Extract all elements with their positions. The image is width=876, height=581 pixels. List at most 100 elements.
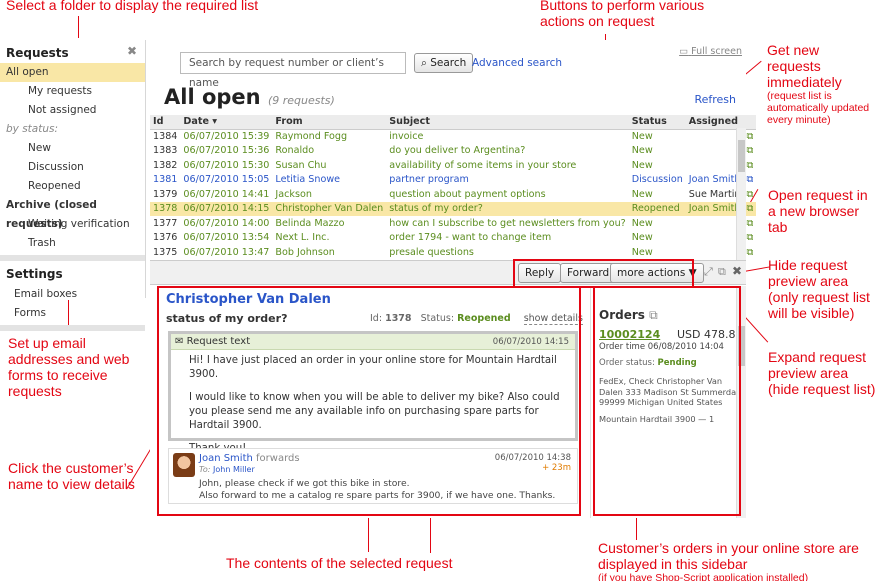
divider bbox=[0, 325, 145, 331]
table-row[interactable]: 1383 06/07/2010 15:36 Ronaldo do you del… bbox=[150, 144, 756, 159]
row-id: 1382 bbox=[153, 159, 178, 171]
row-date: 06/07/2010 15:05 bbox=[183, 174, 270, 186]
expand-preview-icon[interactable]: ⤢ bbox=[704, 265, 713, 279]
row-status: Discussion bbox=[631, 174, 683, 186]
row-date: 06/07/2010 15:39 bbox=[183, 131, 270, 142]
row-subject: question about payment options bbox=[389, 188, 546, 200]
table-row[interactable]: 1384 06/07/2010 15:39 Raymond Fogg invoi… bbox=[150, 129, 756, 144]
row-id: 1376 bbox=[153, 232, 178, 244]
table-row[interactable]: 1375 06/07/2010 13:47 Bob Johnson presal… bbox=[150, 245, 756, 260]
column-from[interactable]: From bbox=[272, 115, 387, 130]
row-assigned: Sue Martin bbox=[688, 188, 741, 200]
search-input[interactable]: Search by request number or client’s nam… bbox=[180, 52, 406, 89]
annotation-select-folder: Select a folder to display the required … bbox=[6, 0, 259, 13]
row-id: 1377 bbox=[153, 217, 178, 229]
sidebar-item-my-requests[interactable]: My requests bbox=[0, 82, 145, 101]
search-icon: ⌕ bbox=[421, 57, 427, 69]
annotation-line bbox=[78, 16, 79, 38]
row-status: New bbox=[631, 232, 653, 244]
row-id: 1383 bbox=[153, 145, 178, 157]
row-status: New bbox=[631, 131, 653, 142]
sidebar-title: Requests ✖ bbox=[6, 44, 137, 60]
highlight-action-buttons bbox=[513, 259, 694, 288]
row-from: Bob Johnson bbox=[275, 246, 335, 258]
annotation-expand-preview: Expand request preview area (hide reques… bbox=[768, 349, 876, 397]
sidebar-item-discussion[interactable]: Discussion bbox=[0, 158, 145, 177]
sidebar-item-new[interactable]: New bbox=[0, 139, 145, 158]
sidebar-item-reopened[interactable]: Reopened bbox=[0, 177, 145, 196]
request-list-scrollbar[interactable] bbox=[736, 128, 746, 260]
row-status: New bbox=[631, 188, 653, 200]
row-subject: do you deliver to Argentina? bbox=[389, 145, 526, 157]
annotation-line bbox=[636, 516, 637, 540]
sidebar-item-all-open[interactable]: All open bbox=[0, 63, 145, 82]
annotation-orders-sidebar: Customer’s orders in your online store a… bbox=[598, 540, 859, 581]
annotation-open-tab: Open request in a new browser tab bbox=[768, 187, 868, 235]
sidebar: Requests ✖ All open My requests Not assi… bbox=[0, 40, 146, 331]
close-icon[interactable]: ✖ bbox=[127, 44, 137, 58]
row-assigned bbox=[686, 231, 744, 246]
row-subject: order 1794 - want to change item bbox=[389, 232, 552, 244]
sidebar-item-forms[interactable]: Forms bbox=[0, 304, 145, 323]
row-assigned: Joan Smith bbox=[685, 201, 744, 216]
sidebar-item-trash[interactable]: Trash bbox=[0, 234, 145, 253]
table-row[interactable]: 1382 06/07/2010 15:30 Susan Chu availabi… bbox=[150, 158, 756, 173]
table-row[interactable]: 1381 06/07/2010 15:05 Letitia Snowe part… bbox=[150, 173, 756, 188]
scrollbar-thumb[interactable] bbox=[738, 140, 745, 172]
row-assigned: Joan Smith bbox=[688, 174, 741, 186]
row-from: Next L. Inc. bbox=[275, 232, 330, 244]
row-date: 06/07/2010 15:36 bbox=[183, 145, 270, 157]
row-assigned bbox=[686, 216, 744, 231]
table-row[interactable]: 1379 06/07/2010 14:41 Jackson question a… bbox=[150, 187, 756, 202]
row-status: New bbox=[631, 159, 653, 171]
request-count: (9 requests) bbox=[267, 94, 335, 107]
row-date: 06/07/2010 14:15 bbox=[180, 201, 273, 216]
table-header: Id Date ▾ From Subject Status Assigned bbox=[150, 115, 757, 130]
row-from: Susan Chu bbox=[275, 159, 327, 171]
table-row-selected[interactable]: 1378 06/07/2010 14:15 Christopher Van Da… bbox=[150, 201, 757, 216]
sidebar-item-not-assigned[interactable]: Not assigned bbox=[0, 101, 145, 120]
row-assigned bbox=[686, 158, 744, 173]
row-status: New bbox=[631, 145, 653, 157]
annotation-line bbox=[368, 516, 369, 552]
fullscreen-icon: ▭ bbox=[679, 46, 689, 57]
row-assigned bbox=[686, 129, 744, 144]
row-subject: invoice bbox=[389, 131, 424, 142]
row-subject: how can I subscribe to get newsletters f… bbox=[389, 217, 626, 229]
open-in-new-tab-icon[interactable]: ⧉ bbox=[718, 265, 726, 279]
column-status[interactable]: Status bbox=[628, 115, 686, 130]
row-status: New bbox=[631, 217, 653, 229]
sidebar-label-by-status: by status: bbox=[6, 123, 59, 135]
sidebar-item-email-boxes[interactable]: Email boxes bbox=[0, 285, 145, 304]
annotation-contents: The contents of the selected request bbox=[226, 555, 453, 571]
row-id: 1378 bbox=[150, 201, 181, 216]
row-subject: availability of some items in your store bbox=[389, 159, 577, 171]
column-assigned[interactable]: Assigned bbox=[685, 115, 744, 130]
row-date: 06/07/2010 15:30 bbox=[183, 159, 270, 171]
highlight-orders-sidebar bbox=[593, 286, 741, 516]
annotation-buttons-actions: Buttons to perform various actions on re… bbox=[540, 0, 705, 29]
row-id: 1384 bbox=[153, 131, 178, 142]
row-assigned bbox=[686, 144, 744, 159]
sidebar-item-archive[interactable]: Archive (closed requests) bbox=[0, 196, 145, 230]
column-id[interactable]: Id bbox=[150, 115, 181, 130]
column-date[interactable]: Date ▾ bbox=[180, 115, 273, 130]
row-date: 06/07/2010 14:41 bbox=[183, 188, 270, 200]
row-from: Raymond Fogg bbox=[275, 131, 348, 142]
refresh-link[interactable]: Refresh bbox=[694, 93, 736, 106]
request-table: Id Date ▾ From Subject Status Assigned 1… bbox=[150, 115, 757, 260]
row-id: 1379 bbox=[153, 188, 178, 200]
column-subject[interactable]: Subject bbox=[386, 115, 629, 130]
advanced-search-link[interactable]: Advanced search bbox=[472, 57, 562, 69]
row-subject: partner program bbox=[389, 174, 469, 186]
full-screen-link[interactable]: ▭ Full screen bbox=[679, 46, 742, 57]
row-date: 06/07/2010 13:54 bbox=[183, 232, 270, 244]
row-status: New bbox=[631, 246, 653, 258]
table-row[interactable]: 1377 06/07/2010 14:00 Belinda Mazzo how … bbox=[150, 216, 756, 231]
search-button[interactable]: ⌕ Search bbox=[414, 53, 474, 73]
row-from: Belinda Mazzo bbox=[275, 217, 345, 229]
hide-preview-icon[interactable]: ✖ bbox=[732, 264, 742, 278]
row-assigned bbox=[686, 245, 744, 260]
row-date: 06/07/2010 14:00 bbox=[183, 217, 270, 229]
table-row[interactable]: 1376 06/07/2010 13:54 Next L. Inc. order… bbox=[150, 231, 756, 246]
